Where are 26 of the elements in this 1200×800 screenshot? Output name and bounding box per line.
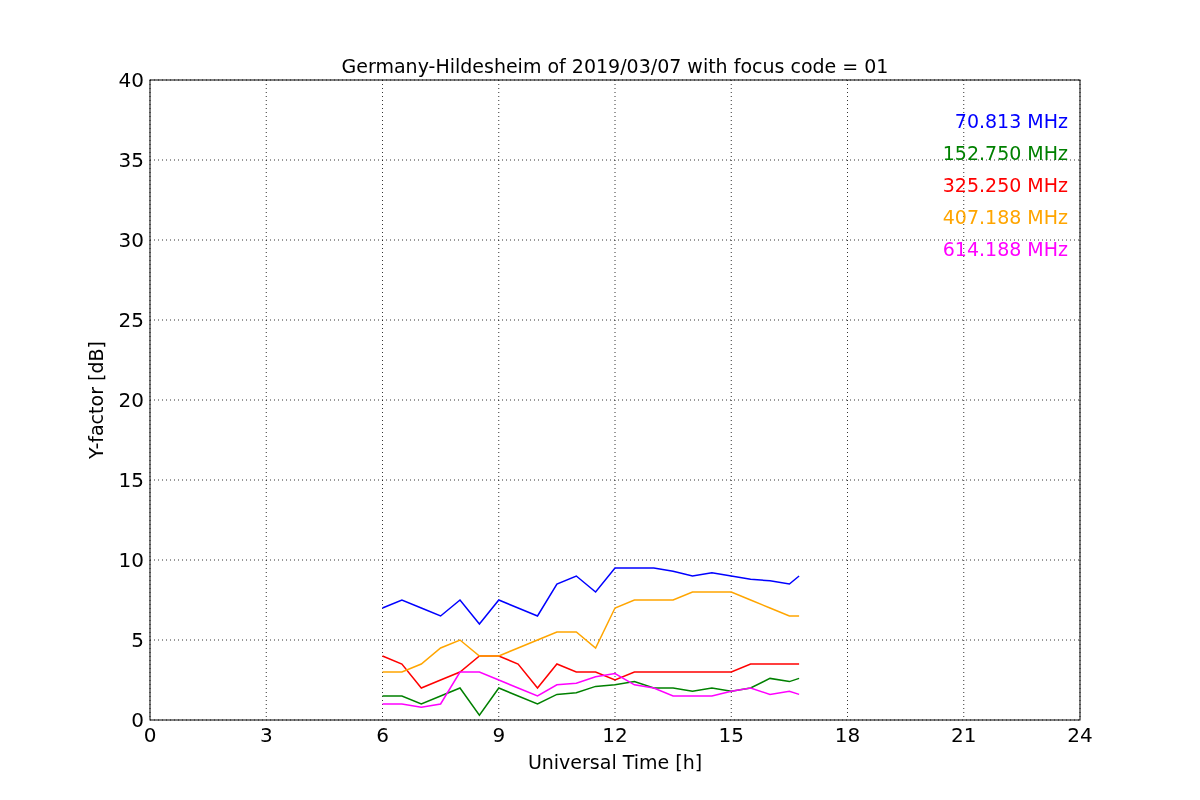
x-tick-label: 12	[602, 723, 628, 747]
x-axis-label: Universal Time [h]	[527, 751, 703, 773]
y-tick-label: 25	[118, 308, 144, 332]
y-tick-label: 30	[118, 228, 144, 252]
x-tick-label: 3	[259, 723, 273, 747]
y-tick-label: 35	[118, 148, 144, 172]
y-tick-label: 10	[118, 548, 144, 572]
y-axis-label: Y-factor [dB]	[85, 341, 107, 459]
y-tick-label: 20	[118, 388, 144, 412]
x-tick-label: 9	[492, 723, 506, 747]
y-tick-label: 5	[131, 628, 144, 652]
x-tick-label: 18	[834, 723, 861, 747]
x-tick-label: 15	[718, 723, 744, 747]
y-tick-label: 0	[131, 708, 144, 732]
legend-label: 614.188 MHz	[942, 238, 1068, 260]
legend-label: 407.188 MHz	[942, 206, 1068, 228]
legend-label: 152.750 MHz	[942, 142, 1068, 164]
chart-title: Germany-Hildesheim of 2019/03/07 with focus code = 01	[341, 55, 889, 77]
y-tick-label: 15	[118, 468, 144, 492]
y-tick-label: 40	[118, 68, 144, 92]
x-tick-label: 24	[1067, 723, 1093, 747]
x-tick-label: 21	[951, 723, 977, 747]
x-tick-label: 6	[376, 723, 389, 747]
legend-label: 325.250 MHz	[942, 174, 1068, 196]
x-tick-label: 0	[143, 723, 157, 747]
legend-label: 70.813 MHz	[954, 110, 1068, 132]
